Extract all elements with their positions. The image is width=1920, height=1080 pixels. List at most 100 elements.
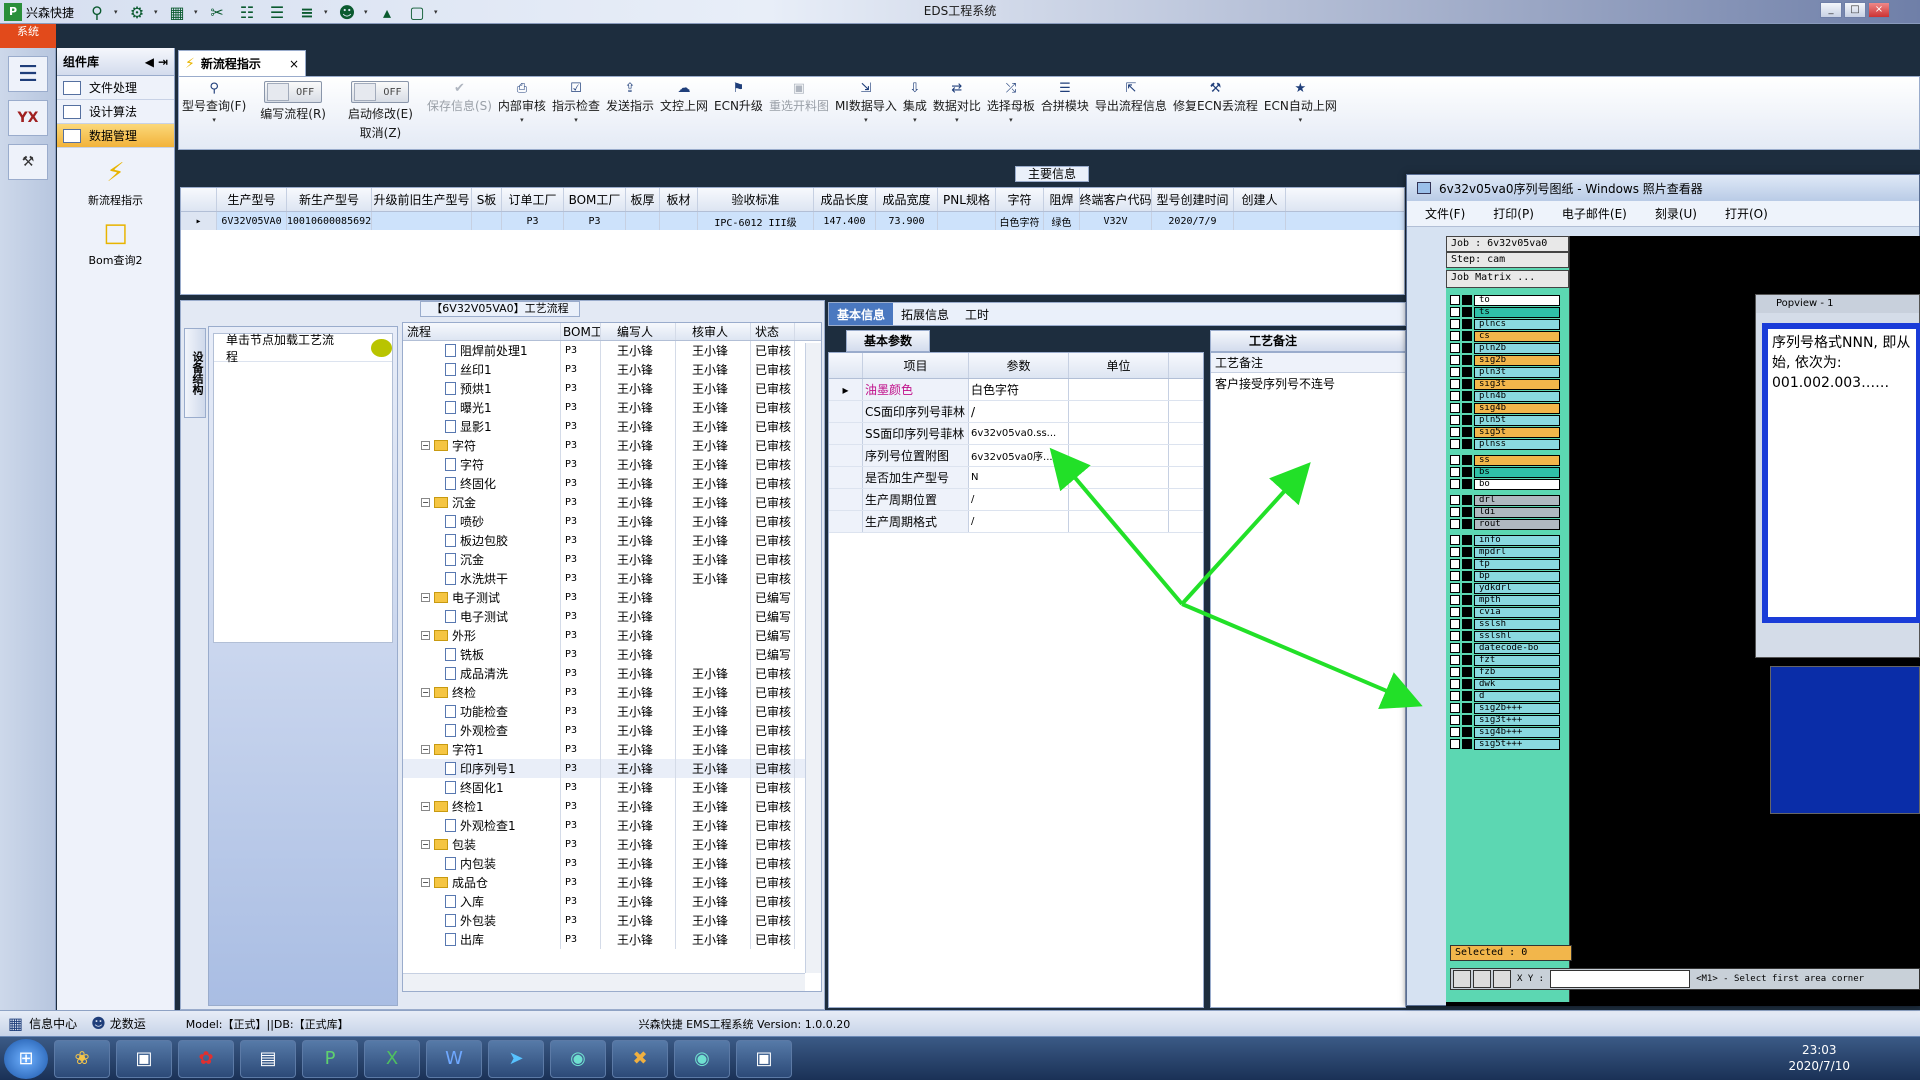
grid-cell[interactable] [660,212,698,230]
layer-row[interactable]: tp [1450,558,1569,570]
tree-node[interactable]: − 字符 [403,436,561,455]
info-center-icon[interactable]: ▦ [8,1014,23,1033]
col-header[interactable]: BOM工厂 [564,188,626,211]
table-row[interactable]: 印序列号1 P3 王小锋 王小锋 已审核 [403,759,821,778]
grid-cell[interactable]: 白色字符 [996,212,1044,230]
tree-node[interactable]: − 字符1 [403,740,561,759]
table-row[interactable]: 显影1 P3 王小锋 王小锋 已审核 [403,417,821,436]
table-row[interactable]: 外包装 P3 王小锋 王小锋 已审核 [403,911,821,930]
layer-row[interactable]: pln5t [1450,414,1569,426]
table-row[interactable]: SS面印序列号菲林 6v32v05va0.ss... [829,423,1203,445]
col-header[interactable]: S板 [472,188,502,211]
layer-checkbox[interactable] [1450,535,1460,545]
grid-icon[interactable]: ▦ [164,1,190,23]
fish-app-icon[interactable]: ◉ [550,1039,606,1078]
tree-node[interactable]: − 成品仓 [403,873,561,892]
col-header[interactable]: 成品宽度 [876,188,938,211]
genesis-app-icon[interactable]: ✖ [612,1039,668,1078]
layer-checkbox[interactable] [1450,739,1460,749]
feishu-app-icon[interactable]: ➤ [488,1039,544,1078]
table-row[interactable]: − 终检 P3 王小锋 王小锋 已审核 [403,683,821,702]
layer-row[interactable]: plnss [1450,438,1569,450]
collapse-icon[interactable]: − [421,840,430,849]
table-row[interactable]: − 成品仓 P3 王小锋 王小锋 已审核 [403,873,821,892]
layer-checkbox[interactable] [1450,691,1460,701]
layer-checkbox[interactable] [1450,427,1460,437]
layer-checkbox[interactable] [1450,355,1460,365]
grid-cell[interactable]: V32V [1080,212,1152,230]
layer-row[interactable]: sig5t [1450,426,1569,438]
tree-node[interactable]: − 外形 [403,626,561,645]
layer-checkbox[interactable] [1450,519,1460,529]
layer-row[interactable]: pln3t [1450,366,1569,378]
table-row[interactable]: − 终检1 P3 王小锋 王小锋 已审核 [403,797,821,816]
param-value[interactable]: / [969,489,1069,510]
tab-work-hours[interactable]: 工时 [957,303,997,325]
toolbar-item-5[interactable]: ☑ 指示检查 ▾ [549,77,603,124]
layer-row[interactable]: drl [1450,494,1569,506]
table-row[interactable]: 外观检查1 P3 王小锋 王小锋 已审核 [403,816,821,835]
grid-cell[interactable]: 绿色 [1044,212,1080,230]
toolbar-item-6[interactable]: ⇪ 发送指示 [603,77,657,114]
table-row[interactable]: 阻焊前处理1 P3 王小锋 王小锋 已审核 [403,341,821,360]
grid-cell[interactable]: 10010600085692 [287,212,372,230]
layer-row[interactable]: sig3t [1450,378,1569,390]
info-center-label[interactable]: 信息中心 [29,1015,77,1032]
collapse-icon[interactable]: − [421,593,430,602]
layer-checkbox[interactable] [1450,631,1460,641]
collapse-icon[interactable]: − [421,631,430,640]
layer-row[interactable]: cvia [1450,606,1569,618]
layer-checkbox[interactable] [1450,607,1460,617]
layer-row[interactable]: sslsh [1450,618,1569,630]
toggle-switch[interactable]: OFF [264,81,323,103]
layer-checkbox[interactable] [1450,455,1460,465]
grid-cell[interactable] [626,212,660,230]
layer-row[interactable]: to [1450,294,1569,306]
layer-checkbox[interactable] [1450,479,1460,489]
grid-cell[interactable]: 2020/7/9 [1152,212,1234,230]
excel-app-icon[interactable]: X [364,1039,420,1078]
chevron-down-icon[interactable]: ▾ [913,116,917,124]
param-value[interactable]: 6v32v05va0序... [969,445,1069,466]
tree-node[interactable]: 成品清洗 [403,664,561,683]
tool-icon[interactable] [1493,970,1511,988]
layer-checkbox[interactable] [1450,495,1460,505]
layer-row[interactable]: pln4b [1450,390,1569,402]
layer-row[interactable]: fzt [1450,654,1569,666]
tree-icon[interactable]: ☰ [264,1,290,23]
tree-node[interactable]: 铣板 [403,645,561,664]
col-header[interactable]: 验收标准 [698,188,814,211]
tree-node[interactable]: 内包装 [403,854,561,873]
tree-node[interactable]: 丝印1 [403,360,561,379]
col-header[interactable]: 生产型号 [217,188,287,211]
table-row[interactable]: − 外形 P3 王小锋 已编写 [403,626,821,645]
toolbar-item-8[interactable]: ⚑ ECN升级 [711,77,766,114]
tree-node[interactable]: 板边包胶 [403,531,561,550]
layer-checkbox[interactable] [1450,643,1460,653]
layer-row[interactable]: cs [1450,330,1569,342]
table-row[interactable]: 预烘1 P3 王小锋 王小锋 已审核 [403,379,821,398]
table-row[interactable]: ▸ 6V32V05VA0 10010600085692 P3 P3 IPC-6012 II… [181,212,1404,230]
layer-checkbox[interactable] [1450,331,1460,341]
param-value[interactable]: / [969,511,1069,532]
tool-new-flow[interactable]: ⚡ 新流程指示 [57,158,174,208]
chevron-down-icon[interactable]: ▾ [212,116,216,124]
param-value[interactable]: / [969,401,1069,422]
layer-row[interactable]: sig2b [1450,354,1569,366]
layer-row[interactable]: bp [1450,570,1569,582]
menu-icon[interactable]: ☰ [8,56,48,92]
system-clock[interactable]: 23:03 2020/7/10 [1788,1042,1850,1074]
layer-checkbox[interactable] [1450,415,1460,425]
layer-checkbox[interactable] [1450,319,1460,329]
toolbar-item-0[interactable]: ⚲ 型号查询(F) ▾ [179,77,249,124]
table-row[interactable]: 功能检查 P3 王小锋 王小锋 已审核 [403,702,821,721]
toolbar-item-14[interactable]: ☰ 合拼模块 [1038,77,1092,114]
layer-checkbox[interactable] [1450,343,1460,353]
scissors-icon[interactable]: ✂ [204,1,230,23]
notepad-app-icon[interactable]: ▤ [240,1039,296,1078]
col-header[interactable]: 板厚 [626,188,660,211]
shell-app-icon[interactable]: ❀ [54,1039,110,1078]
close-tab-icon[interactable]: × [289,57,299,71]
table-row[interactable]: 字符 P3 王小锋 王小锋 已审核 [403,455,821,474]
tree-node[interactable]: 预烘1 [403,379,561,398]
